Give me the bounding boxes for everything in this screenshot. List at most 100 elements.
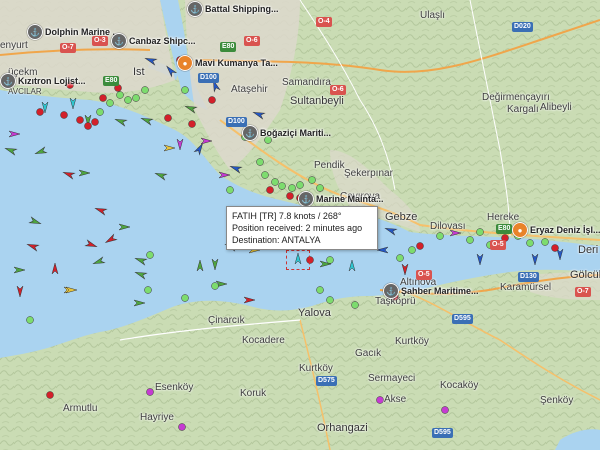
- anchored-anchored-vessel[interactable]: [141, 86, 149, 94]
- anchored-anchored-vessel[interactable]: [316, 286, 324, 294]
- passenger-vessel-marker[interactable]: [476, 253, 484, 266]
- tanker-vessel-marker[interactable]: [26, 241, 40, 252]
- passenger-vessel-marker[interactable]: [193, 142, 205, 156]
- passenger-vessel-marker[interactable]: [252, 109, 266, 120]
- cargo-vessel-marker[interactable]: [13, 266, 26, 274]
- tanker-anchored-vessel[interactable]: [188, 120, 196, 128]
- passenger-vessel-marker[interactable]: [376, 246, 389, 254]
- anchored-anchored-vessel[interactable]: [541, 238, 549, 246]
- tanker-anchored-vessel[interactable]: [551, 244, 559, 252]
- poi-bogazici-maritime[interactable]: ⚓ Boğaziçi Mariti...: [242, 125, 331, 141]
- tanker-anchored-vessel[interactable]: [286, 192, 294, 200]
- cargo-vessel-marker[interactable]: [133, 299, 146, 307]
- poi-marine-maintenance[interactable]: ⚓ Marine Mainta...: [298, 191, 384, 207]
- cargo-vessel-marker[interactable]: [92, 256, 106, 266]
- tanker-anchored-vessel[interactable]: [36, 108, 44, 116]
- cargo-vessel-marker[interactable]: [118, 223, 131, 231]
- tanker-anchored-vessel[interactable]: [91, 118, 99, 126]
- unknown-vessel-marker[interactable]: [69, 97, 77, 110]
- anchored-anchored-vessel[interactable]: [132, 94, 140, 102]
- passenger-vessel-marker[interactable]: [229, 163, 243, 174]
- tanker-vessel-marker[interactable]: [243, 296, 256, 304]
- passenger-vessel-marker[interactable]: [531, 253, 539, 266]
- poi-eryaz-deniz[interactable]: ● Eryaz Deniz İşl...: [512, 222, 600, 238]
- tanker-vessel-marker[interactable]: [94, 205, 108, 216]
- tanker-anchored-vessel[interactable]: [60, 111, 68, 119]
- cargo-vessel-marker[interactable]: [211, 258, 219, 271]
- poi-mavi-kumanya[interactable]: ● Mavi Kumanya Ta...: [177, 55, 278, 71]
- anchored-anchored-vessel[interactable]: [211, 282, 219, 290]
- tanker-anchored-vessel[interactable]: [76, 116, 84, 124]
- anchored-anchored-vessel[interactable]: [436, 232, 444, 240]
- cargo-vessel-marker[interactable]: [196, 259, 204, 272]
- cargo-vessel-marker[interactable]: [134, 269, 148, 280]
- anchored-anchored-vessel[interactable]: [181, 86, 189, 94]
- anchored-anchored-vessel[interactable]: [116, 91, 124, 99]
- pleasure-vessel-marker[interactable]: [218, 171, 231, 179]
- anchored-anchored-vessel[interactable]: [326, 256, 334, 264]
- anchored-anchored-vessel[interactable]: [124, 96, 132, 104]
- cargo-vessel-marker[interactable]: [34, 146, 48, 156]
- passenger-vessel-marker[interactable]: [164, 64, 178, 78]
- anchored-anchored-vessel[interactable]: [326, 296, 334, 304]
- cargo-vessel-marker[interactable]: [114, 116, 128, 127]
- cargo-vessel-marker[interactable]: [134, 255, 148, 266]
- poi-battal-shipping[interactable]: ⚓ Battal Shipping...: [187, 1, 279, 17]
- anchored-anchored-vessel[interactable]: [466, 236, 474, 244]
- pleasure-vessel-marker[interactable]: [176, 138, 184, 151]
- tanker-anchored-vessel[interactable]: [266, 186, 274, 194]
- pleasure-anchored-vessel[interactable]: [178, 423, 186, 431]
- tanker-vessel-marker[interactable]: [51, 262, 59, 275]
- tanker-vessel-marker[interactable]: [84, 239, 98, 249]
- anchored-anchored-vessel[interactable]: [278, 182, 286, 190]
- anchored-anchored-vessel[interactable]: [408, 246, 416, 254]
- anchored-anchored-vessel[interactable]: [96, 108, 104, 116]
- tanker-anchored-vessel[interactable]: [84, 122, 92, 130]
- passenger-vessel-marker[interactable]: [556, 248, 564, 261]
- tanker-vessel-marker[interactable]: [62, 169, 76, 180]
- anchored-anchored-vessel[interactable]: [526, 239, 534, 247]
- anchored-anchored-vessel[interactable]: [181, 294, 189, 302]
- fishing-vessel-marker[interactable]: [163, 144, 176, 152]
- anchored-anchored-vessel[interactable]: [256, 158, 264, 166]
- tanker-anchored-vessel[interactable]: [46, 391, 54, 399]
- cargo-vessel-marker[interactable]: [28, 216, 42, 226]
- cargo-vessel-marker[interactable]: [4, 145, 18, 156]
- tanker-anchored-vessel[interactable]: [416, 242, 424, 250]
- tanker-anchored-vessel[interactable]: [208, 96, 216, 104]
- pleasure-anchored-vessel[interactable]: [376, 396, 384, 404]
- anchored-anchored-vessel[interactable]: [26, 316, 34, 324]
- tanker-vessel-marker[interactable]: [104, 233, 118, 245]
- anchored-anchored-vessel[interactable]: [308, 176, 316, 184]
- anchored-anchored-vessel[interactable]: [226, 186, 234, 194]
- pleasure-anchored-vessel[interactable]: [146, 388, 154, 396]
- anchored-anchored-vessel[interactable]: [296, 181, 304, 189]
- anchored-anchored-vessel[interactable]: [144, 286, 152, 294]
- vessel-traffic-map[interactable]: Ist Ataşehir Samandıra Sultanbeyli Pendi…: [0, 0, 600, 450]
- anchored-anchored-vessel[interactable]: [288, 184, 296, 192]
- poi-canbaz-ship[interactable]: ⚓ Canbaz Shipc...: [111, 33, 196, 49]
- cargo-vessel-marker[interactable]: [184, 103, 198, 114]
- pleasure-anchored-vessel[interactable]: [441, 406, 449, 414]
- unknown-vessel-marker[interactable]: [348, 259, 356, 272]
- poi-kizitron-lojistik[interactable]: ⚓ Kızıtron Lojist...: [0, 73, 86, 89]
- passenger-vessel-marker[interactable]: [144, 55, 158, 66]
- anchored-anchored-vessel[interactable]: [396, 254, 404, 262]
- anchored-anchored-vessel[interactable]: [271, 178, 279, 186]
- pleasure-vessel-marker[interactable]: [8, 130, 21, 138]
- anchored-anchored-vessel[interactable]: [106, 99, 114, 107]
- cargo-vessel-marker[interactable]: [154, 170, 168, 181]
- tanker-anchored-vessel[interactable]: [164, 114, 172, 122]
- tanker-vessel-marker[interactable]: [16, 285, 24, 298]
- anchored-anchored-vessel[interactable]: [146, 251, 154, 259]
- pleasure-vessel-marker[interactable]: [200, 137, 213, 145]
- cargo-vessel-marker[interactable]: [78, 169, 91, 177]
- passenger-vessel-marker[interactable]: [384, 225, 398, 236]
- anchored-anchored-vessel[interactable]: [351, 301, 359, 309]
- selected-vessel-marker[interactable]: [286, 250, 310, 270]
- tanker-anchored-vessel[interactable]: [99, 94, 107, 102]
- cargo-vessel-marker[interactable]: [140, 115, 154, 126]
- anchored-anchored-vessel[interactable]: [476, 228, 484, 236]
- tanker-vessel-marker[interactable]: [401, 263, 409, 276]
- poi-sahber-maritime[interactable]: ⚓ Şahber Maritime...: [383, 283, 479, 299]
